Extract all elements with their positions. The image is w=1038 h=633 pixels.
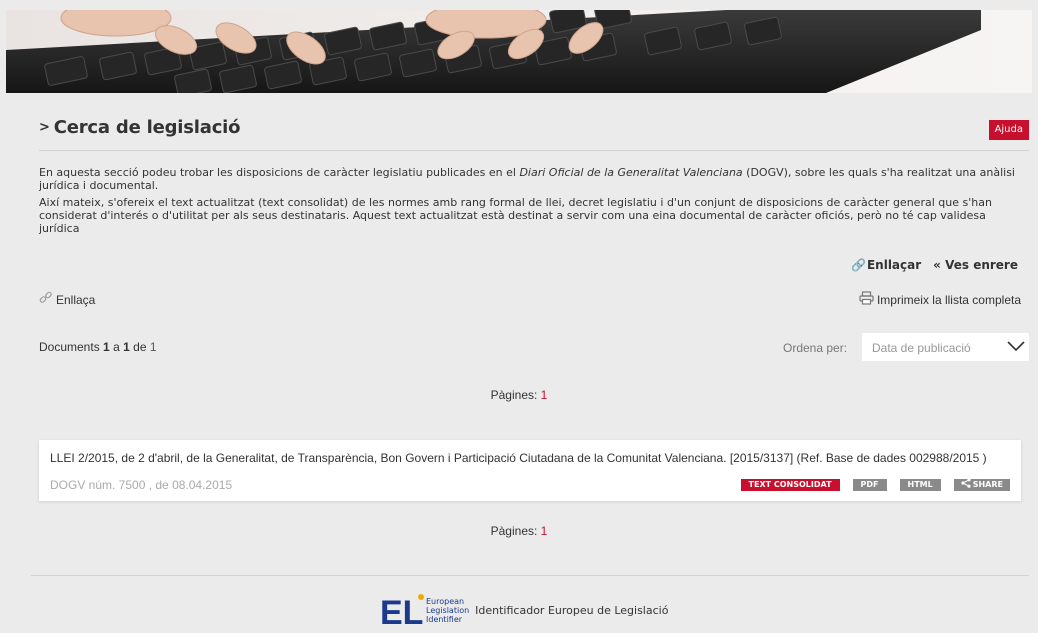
sort-selected-value: Data de publicació — [872, 341, 971, 355]
link-back-row: 🔗Enllaçar « Ves enrere — [851, 258, 1018, 272]
eli-logo-mark: ELI — [380, 594, 424, 627]
page-title-text: Cerca de legislació — [53, 117, 241, 138]
permalink-link[interactable]: 🔗Enllaçar — [851, 258, 921, 272]
svg-text:ELI: ELI — [380, 594, 424, 627]
count-prefix: Documents — [39, 340, 100, 354]
pagination-label: Pàgines: — [490, 524, 538, 538]
intro-paragraph-1: En aquesta secció podeu trobar les dispo… — [39, 166, 1024, 192]
intro-text: En aquesta secció podeu trobar les dispo… — [39, 166, 1024, 239]
share-label: SHARE — [972, 480, 1003, 489]
pagination-page-1[interactable]: 1 — [541, 524, 548, 538]
eli-description: Identificador Europeu de Legislació — [475, 603, 669, 617]
link-icon: 🔗 — [851, 258, 866, 272]
link-icon — [39, 291, 53, 308]
actions-row: Enllaça Imprimeix la llista completa — [39, 291, 1021, 309]
pagination-page-1[interactable]: 1 — [541, 388, 548, 402]
results-count: Documents 1 a 1 de 1 — [39, 340, 157, 354]
pagination-bottom: Pàgines: 1 — [0, 524, 1038, 538]
link-list-action[interactable]: Enllaça — [39, 291, 95, 308]
count-de: de — [133, 340, 147, 354]
result-meta: DOGV núm. 7500 , de 08.04.2015 — [50, 478, 233, 492]
count-total: 1 — [149, 340, 157, 354]
print-list-label: Imprimeix la llista completa — [876, 292, 1021, 307]
count-from: 1 — [103, 340, 110, 354]
link-list-label: Enllaça — [56, 292, 96, 307]
pagination-label: Pàgines: — [490, 388, 538, 402]
eli-logo: ELI European Legislation Identifier — [380, 593, 469, 627]
help-button[interactable]: Ajuda — [988, 120, 1029, 140]
html-button[interactable]: HTML — [899, 479, 941, 491]
result-title-link[interactable]: LLEI 2/2015, de 2 d'abril, de la General… — [50, 451, 987, 465]
eli-footer[interactable]: ELI European Legislation Identifier Iden… — [380, 592, 668, 628]
title-row: > Cerca de legislació Ajuda — [39, 115, 1029, 145]
header-banner-image — [6, 10, 1032, 93]
result-actions: TEXT CONSOLIDAT PDF HTML SHARE — [740, 478, 1010, 492]
page-title: > Cerca de legislació — [39, 117, 241, 138]
permalink-label: Enllaçar — [866, 258, 922, 272]
consolidated-text-button[interactable]: TEXT CONSOLIDAT — [740, 479, 840, 491]
back-link[interactable]: « Ves enrere — [933, 258, 1018, 272]
pagination-top: Pàgines: 1 — [0, 388, 1038, 402]
footer-divider — [31, 575, 1029, 576]
share-icon — [961, 478, 971, 492]
intro-paragraph-2: Així mateix, s'ofereix el text actualitz… — [39, 196, 992, 235]
title-divider — [39, 150, 1029, 151]
intro-p1-italic: Diari Oficial de la Generalitat Valencia… — [519, 166, 743, 179]
count-a: a — [113, 340, 120, 354]
intro-p1-start: En aquesta secció podeu trobar les dispo… — [39, 166, 520, 179]
results-count-row: Documents 1 a 1 de 1 Ordena per: Data de… — [39, 333, 1029, 361]
result-item: LLEI 2/2015, de 2 d'abril, de la General… — [39, 440, 1021, 501]
eli-line-3: Identifier — [426, 614, 463, 624]
title-prefix: > — [39, 120, 50, 135]
sort-select[interactable]: Data de publicació — [862, 333, 1029, 361]
print-icon — [859, 291, 874, 308]
pdf-button[interactable]: PDF — [852, 479, 887, 491]
eli-line-2: Legislation — [426, 605, 470, 615]
share-button[interactable]: SHARE — [953, 478, 1010, 492]
chevron-down-icon — [1007, 340, 1025, 355]
sort-label: Ordena per: — [783, 341, 848, 355]
print-list-action[interactable]: Imprimeix la llista completa — [859, 291, 1021, 308]
eli-line-1: European — [426, 596, 465, 606]
eli-subtitle: European Legislation Identifier — [426, 597, 469, 624]
count-to: 1 — [123, 340, 130, 354]
